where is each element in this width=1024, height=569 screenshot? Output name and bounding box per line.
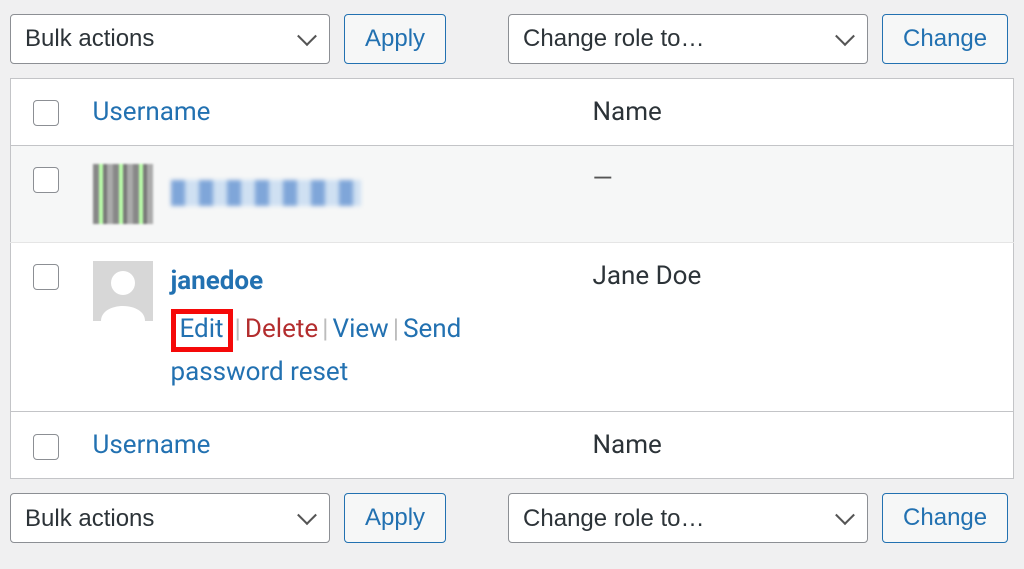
row-checkbox[interactable]	[33, 264, 59, 290]
apply-button-top[interactable]: Apply	[344, 14, 446, 64]
row-checkbox[interactable]	[33, 167, 59, 193]
column-username-footer[interactable]: Username	[81, 412, 581, 479]
name-cell: Jane Doe	[581, 243, 1014, 412]
avatar	[93, 261, 153, 321]
username-redacted	[171, 180, 361, 206]
delete-link[interactable]: Delete	[245, 314, 318, 344]
row-actions: Edit|Delete|View|Send password reset	[171, 309, 569, 394]
bulk-actions-wrap: Bulk actions	[10, 14, 330, 64]
apply-button-bottom[interactable]: Apply	[344, 493, 446, 543]
column-name: Name	[581, 79, 1014, 146]
edit-highlight: Edit	[171, 309, 233, 352]
change-role-select-bottom[interactable]: Change role to…	[508, 493, 868, 543]
bulk-actions-select[interactable]: Bulk actions	[10, 14, 330, 64]
username-link[interactable]: janedoe	[171, 266, 264, 296]
change-button-bottom[interactable]: Change	[882, 493, 1008, 543]
user-row-redacted: —	[11, 146, 1014, 243]
user-row-janedoe: janedoe Edit|Delete|View|Send password r…	[11, 243, 1014, 412]
column-username[interactable]: Username	[81, 79, 581, 146]
name-cell: —	[593, 164, 613, 194]
change-role-select[interactable]: Change role to…	[508, 14, 868, 64]
table-header-row: Username Name	[11, 79, 1014, 146]
bulk-actions-select-bottom[interactable]: Bulk actions	[10, 493, 330, 543]
edit-link[interactable]: Edit	[180, 314, 224, 344]
column-name-footer: Name	[581, 412, 1014, 479]
select-all-top[interactable]	[33, 100, 59, 126]
change-role-wrap: Change role to…	[508, 14, 868, 64]
bulk-actions-wrap-bottom: Bulk actions	[10, 493, 330, 543]
top-toolbar: Bulk actions Apply Change role to… Chang…	[0, 0, 1024, 78]
bottom-toolbar: Bulk actions Apply Change role to… Chang…	[0, 479, 1024, 557]
change-button-top[interactable]: Change	[882, 14, 1008, 64]
avatar	[93, 164, 153, 224]
view-link[interactable]: View	[333, 314, 389, 344]
change-role-wrap-bottom: Change role to…	[508, 493, 868, 543]
select-all-bottom[interactable]	[33, 434, 59, 460]
table-footer-row: Username Name	[11, 412, 1014, 479]
users-table: Username Name —	[10, 78, 1014, 479]
